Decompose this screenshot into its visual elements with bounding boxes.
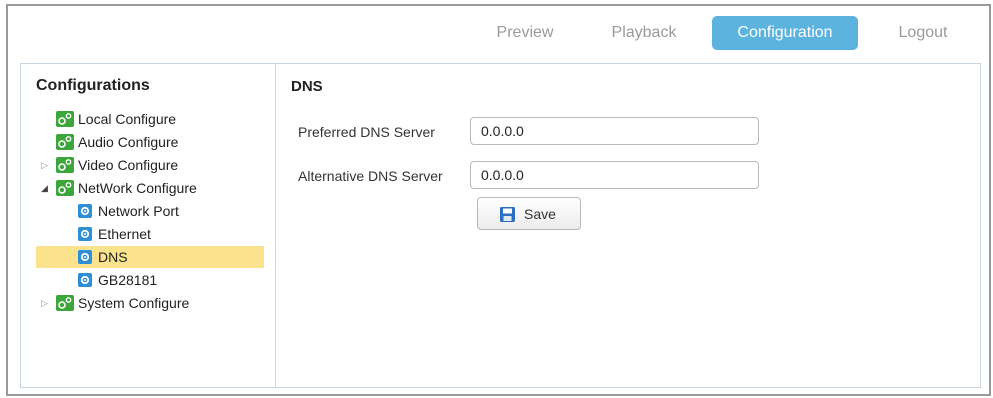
tree-item-label: Video Configure: [78, 157, 179, 173]
gear-icon: [78, 227, 92, 241]
configuration-panel: Configurations Local Configure Audio Con…: [20, 63, 981, 388]
tree-item-gb28181[interactable]: GB28181: [36, 269, 264, 291]
nav-configuration[interactable]: Configuration: [712, 16, 858, 50]
gear-icon: [78, 204, 92, 218]
top-navigation: Preview Playback Configuration Logout: [8, 6, 989, 59]
tree-item-system-configure[interactable]: ▷ System Configure: [36, 292, 264, 314]
preferred-dns-input[interactable]: [470, 117, 759, 145]
nav-preview[interactable]: Preview: [472, 16, 578, 50]
tree-item-video-configure[interactable]: ▷ Video Configure: [36, 154, 264, 176]
collapse-arrow-icon[interactable]: ◢: [41, 182, 51, 194]
alternative-dns-label: Alternative DNS Server: [298, 168, 443, 184]
tree-item-label: NetWork Configure: [78, 180, 197, 196]
tree-item-network-configure[interactable]: ◢ NetWork Configure: [36, 177, 264, 199]
tree-item-label: DNS: [98, 249, 128, 265]
tree-item-label: Network Port: [98, 203, 179, 219]
gear-cluster-icon: [56, 180, 74, 196]
gear-cluster-icon: [56, 295, 74, 311]
tree-item-dns[interactable]: DNS: [36, 246, 264, 268]
gear-cluster-icon: [56, 111, 74, 127]
expand-arrow-icon[interactable]: ▷: [41, 159, 51, 171]
app-frame: Preview Playback Configuration Logout Co…: [6, 4, 991, 396]
tree-item-network-port[interactable]: Network Port: [36, 200, 264, 222]
gear-cluster-icon: [56, 157, 74, 173]
tree-item-audio-configure[interactable]: Audio Configure: [36, 131, 264, 153]
nav-logout[interactable]: Logout: [868, 16, 978, 50]
tree-item-label: Local Configure: [78, 111, 177, 127]
preferred-dns-label: Preferred DNS Server: [298, 124, 435, 140]
tree-item-ethernet[interactable]: Ethernet: [36, 223, 264, 245]
tree-item-label: Ethernet: [98, 226, 151, 242]
gear-icon: [78, 250, 92, 264]
tree-item-local-configure[interactable]: Local Configure: [36, 108, 264, 130]
nav-playback[interactable]: Playback: [591, 16, 697, 50]
section-title: DNS: [291, 78, 323, 95]
expand-arrow-icon[interactable]: ▷: [41, 297, 51, 309]
sidebar-title: Configurations: [36, 77, 150, 94]
alternative-dns-input[interactable]: [470, 161, 759, 189]
floppy-disk-icon: [500, 207, 515, 222]
gear-cluster-icon: [56, 134, 74, 150]
dns-settings-content: DNS Preferred DNS Server Alternative DNS…: [277, 64, 980, 387]
tree-item-label: System Configure: [78, 295, 190, 311]
config-tree-sidebar: Configurations Local Configure Audio Con…: [21, 64, 276, 387]
save-button-label: Save: [524, 206, 556, 222]
save-button[interactable]: Save: [477, 197, 581, 230]
gear-icon: [78, 273, 92, 287]
tree-item-label: Audio Configure: [78, 134, 179, 150]
tree-item-label: GB28181: [98, 272, 158, 288]
